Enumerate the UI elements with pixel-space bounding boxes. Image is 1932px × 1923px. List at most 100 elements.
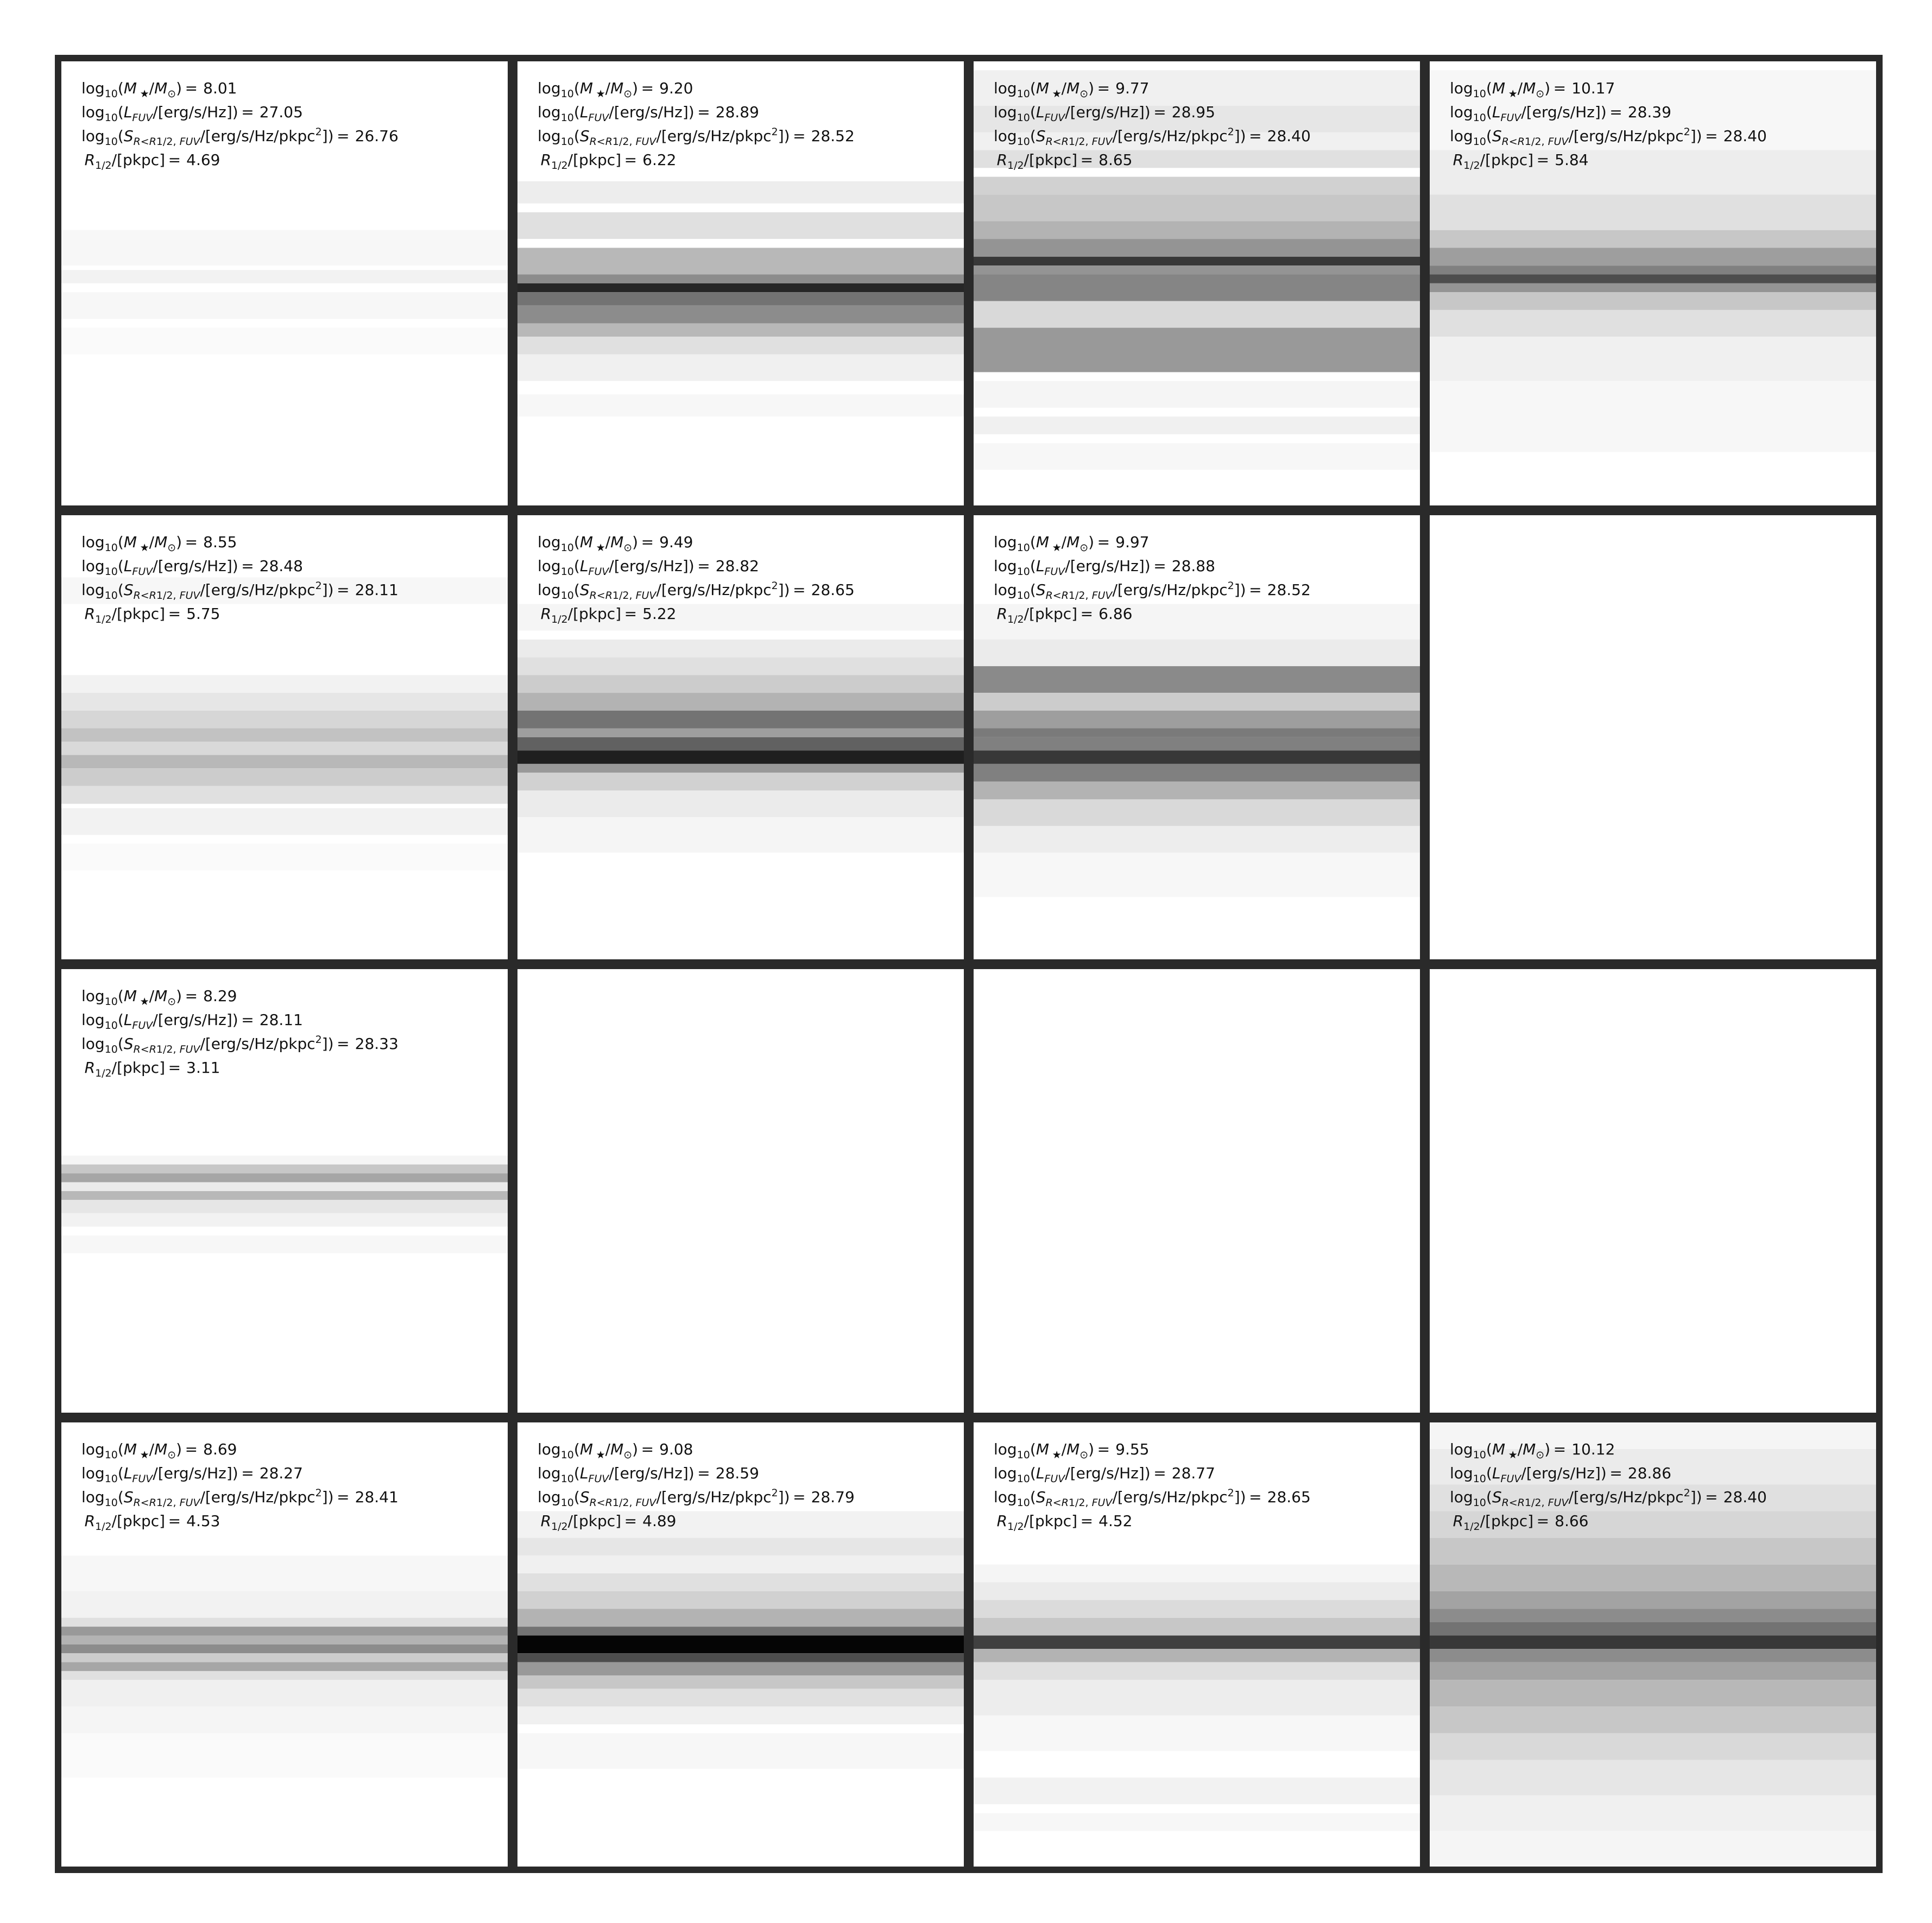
intensity-band-1 (61, 270, 508, 283)
surface-density-value: 28.52 (811, 127, 855, 145)
intensity-band-3 (61, 1182, 508, 1191)
intensity-band-9 (517, 763, 964, 773)
surface-density-value: 26.76 (355, 127, 399, 145)
surface-density-value: 28.65 (811, 580, 855, 599)
intensity-band-4 (517, 1591, 964, 1609)
fuv-luminosity-value: 27.05 (259, 103, 303, 121)
surface-density-line: log10(SR<R1/2, FUV/[erg/s/Hz/pkpc2]) = 28… (994, 126, 1311, 148)
fuv-luminosity-value: 28.89 (715, 103, 759, 121)
intensity-band-3 (517, 675, 964, 693)
half-light-radius-value: 8.66 (1555, 1512, 1589, 1530)
surface-density-value: 28.40 (1267, 127, 1311, 145)
intensity-band-7 (517, 737, 964, 751)
intensity-band-7 (974, 239, 1420, 257)
stellar-mass-line: log10(M ★/M⊙) = 9.08 (538, 1440, 693, 1462)
intensity-band-1 (974, 1582, 1420, 1601)
half-light-radius-line: R1/2/[pkpc] = 4.89 (540, 1512, 677, 1533)
galaxy-panel-r0-c3: log10(M ★/M⊙) = 10.17 log10(LFUV/[erg/s/H… (1430, 61, 1876, 505)
intensity-band-10 (517, 1675, 964, 1689)
intensity-band-6 (61, 1213, 508, 1226)
intensity-band-3 (517, 274, 964, 283)
panel-annotation: log10(M ★/M⊙) = 8.01 log10(LFUV/[erg/s/Hz… (81, 77, 399, 172)
intensity-band-12 (974, 327, 1420, 372)
stellar-mass-value: 9.20 (659, 79, 693, 97)
intensity-band-1 (61, 675, 508, 693)
stellar-mass-value: 8.69 (203, 1440, 237, 1459)
intensity-band-9 (61, 808, 508, 835)
stellar-mass-line: log10(M ★/M⊙) = 9.97 (994, 533, 1150, 554)
intensity-band-5 (61, 741, 508, 755)
intensity-band-2 (1430, 194, 1876, 230)
fuv-luminosity-value: 28.88 (1171, 556, 1215, 575)
intensity-band-2 (517, 1555, 964, 1574)
half-light-radius-value: 8.65 (1098, 151, 1133, 169)
stellar-mass-line: log10(M ★/M⊙) = 8.69 (81, 1440, 237, 1462)
intensity-band-7 (61, 1235, 508, 1253)
intensity-band-6 (61, 755, 508, 768)
intensity-band-7 (517, 323, 964, 337)
fuv-luminosity-line: log10(LFUV/[erg/s/Hz]) = 28.88 (994, 556, 1215, 578)
intensity-band-3 (517, 1573, 964, 1591)
intensity-band-9 (974, 265, 1420, 275)
half-light-radius-value: 4.52 (1098, 1512, 1133, 1530)
fuv-luminosity-value: 28.59 (715, 1464, 759, 1483)
intensity-band-8 (517, 750, 964, 764)
intensity-band-12 (1430, 1680, 1876, 1707)
intensity-band-3 (974, 1618, 1420, 1636)
galaxy-panel-r0-c2: log10(M ★/M⊙) = 9.77 log10(LFUV/[erg/s/Hz… (974, 61, 1420, 505)
intensity-band-7 (1430, 1609, 1876, 1623)
intensity-band-6 (517, 728, 964, 737)
half-light-radius-value: 5.84 (1555, 151, 1589, 169)
intensity-band-4 (61, 728, 508, 742)
half-light-radius-line: R1/2/[pkpc] = 6.22 (540, 151, 677, 172)
intensity-band-8 (974, 256, 1420, 266)
intensity-band-9 (974, 781, 1420, 800)
half-light-radius-line: R1/2/[pkpc] = 4.69 (84, 151, 220, 172)
intensity-band-15 (974, 443, 1420, 470)
fuv-luminosity-line: log10(LFUV/[erg/s/Hz]) = 28.27 (81, 1464, 303, 1485)
panel-annotation: log10(M ★/M⊙) = 8.29 log10(LFUV/[erg/s/Hz… (81, 984, 399, 1080)
intensity-band-10 (1430, 1649, 1876, 1662)
intensity-band-6 (974, 221, 1420, 239)
intensity-band-13 (974, 381, 1420, 408)
intensity-band-7 (974, 750, 1420, 764)
intensity-band-11 (517, 790, 964, 817)
galaxy-panel-r3-c2: log10(M ★/M⊙) = 9.55 log10(LFUV/[erg/s/Hz… (974, 1422, 1420, 1867)
fuv-luminosity-line: log10(LFUV/[erg/s/Hz]) = 28.95 (994, 103, 1215, 124)
intensity-band-9 (974, 1777, 1420, 1805)
intensity-band-3 (1430, 230, 1876, 248)
half-light-radius-line: R1/2/[pkpc] = 4.53 (84, 1512, 220, 1533)
panel-annotation: log10(M ★/M⊙) = 10.17 log10(LFUV/[erg/s/H… (1450, 77, 1767, 172)
intensity-band-1 (517, 1538, 964, 1556)
intensity-band-12 (974, 852, 1420, 897)
stellar-mass-value: 9.08 (659, 1440, 693, 1459)
half-light-radius-value: 3.11 (186, 1058, 220, 1077)
intensity-band-2 (517, 657, 964, 675)
half-light-radius-value: 5.75 (186, 604, 220, 623)
surface-density-line: log10(SR<R1/2, FUV/[erg/s/Hz/pkpc2]) = 28… (1450, 1487, 1767, 1509)
fuv-luminosity-line: log10(LFUV/[erg/s/Hz]) = 28.39 (1450, 103, 1671, 124)
surface-density-line: log10(SR<R1/2, FUV/[erg/s/Hz/pkpc2]) = 28… (994, 1487, 1311, 1509)
intensity-band-6 (974, 1662, 1420, 1680)
intensity-band-6 (974, 737, 1420, 751)
intensity-band-11 (61, 1733, 508, 1778)
intensity-band-10 (61, 843, 508, 870)
intensity-band-6 (1430, 274, 1876, 283)
intensity-band-1 (61, 1591, 508, 1618)
intensity-band-5 (974, 194, 1420, 222)
stellar-mass-line: log10(M ★/M⊙) = 10.12 (1450, 1440, 1615, 1462)
intensity-band-17 (1430, 1831, 1876, 1867)
intensity-band-1 (517, 212, 964, 239)
surface-density-line: log10(SR<R1/2, FUV/[erg/s/Hz/pkpc2]) = 28… (1450, 126, 1767, 148)
half-light-radius-value: 5.22 (642, 604, 677, 623)
galaxy-panel-r3-c3: log10(M ★/M⊙) = 10.12 log10(LFUV/[erg/s/H… (1430, 1422, 1876, 1867)
fuv-luminosity-line: log10(LFUV/[erg/s/Hz]) = 28.11 (81, 1010, 303, 1032)
fuv-image (1430, 969, 1876, 1413)
intensity-band-8 (517, 337, 964, 355)
intensity-band-0 (61, 1555, 508, 1591)
intensity-band-10 (1430, 337, 1876, 381)
intensity-band-5 (517, 710, 964, 729)
surface-density-line: log10(SR<R1/2, FUV/[erg/s/Hz/pkpc2]) = 26… (81, 126, 399, 148)
intensity-band-11 (1430, 1662, 1876, 1680)
intensity-band-5 (517, 1609, 964, 1627)
